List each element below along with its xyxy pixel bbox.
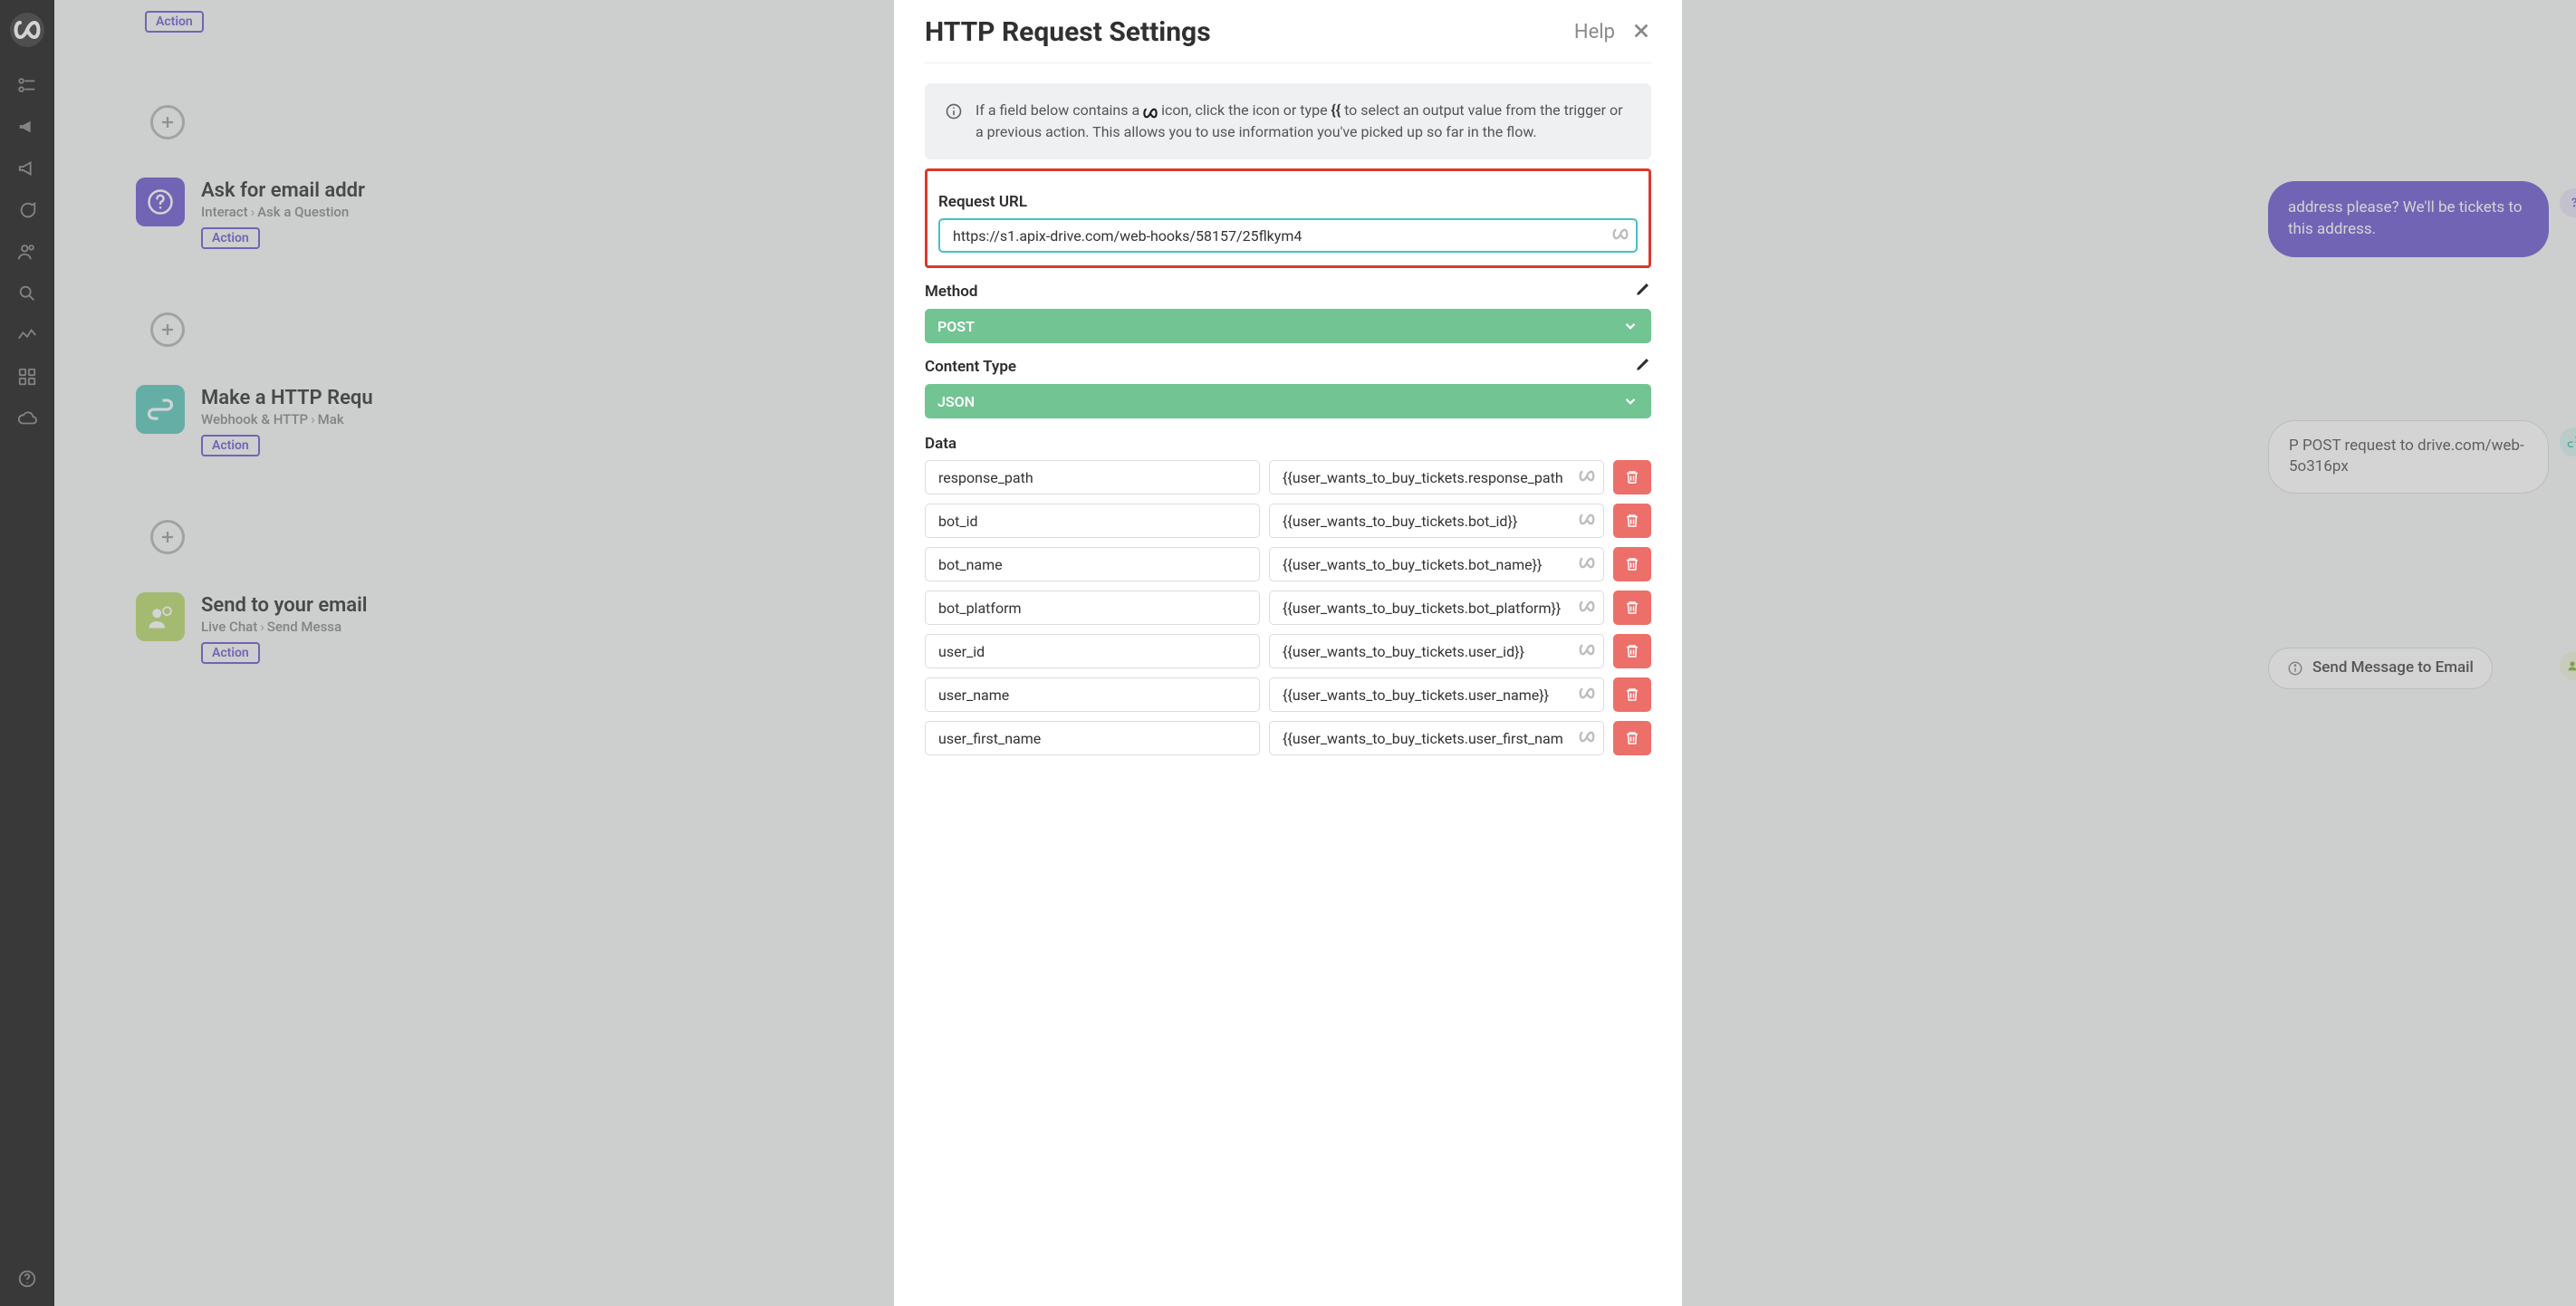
data-value-input[interactable] <box>1269 591 1604 625</box>
delete-row-button[interactable] <box>1613 504 1651 538</box>
delete-row-button[interactable] <box>1613 591 1651 625</box>
http-request-settings-modal: HTTP Request Settings Help If a field be… <box>894 0 1682 1306</box>
data-key-input[interactable] <box>925 591 1260 625</box>
method-select[interactable]: POST <box>925 309 1651 343</box>
data-key-input[interactable] <box>925 677 1260 712</box>
data-value-input[interactable] <box>1269 547 1604 581</box>
method-label: Method <box>925 283 977 301</box>
token-icon <box>1143 107 1158 120</box>
delete-row-button[interactable] <box>1613 721 1651 755</box>
info-icon <box>945 102 963 120</box>
content-type-label: Content Type <box>925 358 1016 376</box>
token-picker-icon[interactable] <box>1579 513 1595 530</box>
data-key-input[interactable] <box>925 460 1260 495</box>
delete-row-button[interactable] <box>1613 677 1651 712</box>
info-token: {{ <box>1331 101 1341 119</box>
delete-row-button[interactable] <box>1613 634 1651 668</box>
edit-method-icon[interactable] <box>1635 281 1651 302</box>
token-picker-icon[interactable] <box>1579 600 1595 617</box>
data-value-input[interactable] <box>1269 460 1604 495</box>
data-key-input[interactable] <box>925 634 1260 668</box>
data-row <box>925 591 1651 625</box>
data-row <box>925 460 1651 495</box>
data-value-input[interactable] <box>1269 634 1604 668</box>
data-label: Data <box>925 435 956 453</box>
token-picker-icon[interactable] <box>1579 730 1595 747</box>
method-value: POST <box>937 318 975 335</box>
edit-content-type-icon[interactable] <box>1635 356 1651 377</box>
token-picker-icon[interactable] <box>1579 687 1595 704</box>
data-row <box>925 634 1651 668</box>
data-value-input[interactable] <box>1269 721 1604 755</box>
data-rows-container <box>925 460 1651 755</box>
data-row <box>925 504 1651 538</box>
request-url-input[interactable] <box>938 218 1638 253</box>
delete-row-button[interactable] <box>1613 460 1651 495</box>
delete-row-button[interactable] <box>1613 547 1651 581</box>
close-icon[interactable] <box>1631 21 1651 44</box>
token-picker-icon[interactable] <box>1579 643 1595 660</box>
info-banner: If a field below contains a icon, click … <box>925 83 1651 159</box>
info-text: If a field below contains a <box>976 101 1143 119</box>
help-link[interactable]: Help <box>1574 21 1615 43</box>
chevron-down-icon <box>1622 393 1639 409</box>
content-type-value: JSON <box>937 393 975 410</box>
data-value-input[interactable] <box>1269 504 1604 538</box>
data-row <box>925 547 1651 581</box>
token-picker-icon[interactable] <box>1579 469 1595 486</box>
data-row <box>925 721 1651 755</box>
modal-title: HTTP Request Settings <box>925 16 1211 48</box>
request-url-highlight: Request URL <box>925 168 1651 268</box>
token-picker-icon[interactable] <box>1579 556 1595 573</box>
token-picker-icon[interactable] <box>1612 227 1629 245</box>
request-url-label: Request URL <box>938 193 1638 211</box>
data-key-input[interactable] <box>925 721 1260 755</box>
chevron-down-icon <box>1622 318 1639 334</box>
info-text: icon, click the icon or type <box>1161 101 1331 119</box>
data-key-input[interactable] <box>925 547 1260 581</box>
data-row <box>925 677 1651 712</box>
content-type-select[interactable]: JSON <box>925 384 1651 418</box>
data-value-input[interactable] <box>1269 677 1604 712</box>
data-key-input[interactable] <box>925 504 1260 538</box>
